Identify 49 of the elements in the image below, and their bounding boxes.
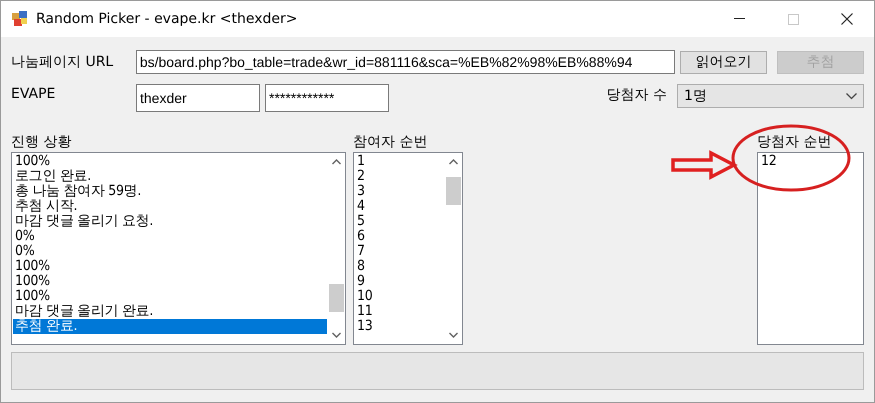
list-item[interactable]: 4 [355,199,444,214]
list-item[interactable]: 추첨 시작. [13,199,327,214]
list-item[interactable]: 2 [355,169,444,184]
site-label: EVAPE [11,86,56,102]
app-icon [12,11,28,27]
list-item[interactable]: 추첨 완료. [13,319,327,334]
list-label: 진행 상황 [11,133,72,152]
arrow-icon [671,150,738,180]
list-item[interactable]: 0% [13,244,327,259]
list-item[interactable]: 5 [355,214,444,229]
list-item[interactable]: 마감 댓글 올리기 요청. [13,214,327,229]
list-item[interactable]: 로그인 완료. [13,169,327,184]
list-item[interactable]: 100% [13,259,327,274]
list-item[interactable]: 0% [13,229,327,244]
list-item[interactable]: 9 [355,274,444,289]
list-item[interactable]: 마감 댓글 올리기 완료. [13,304,327,319]
list-item[interactable]: 6 [355,229,444,244]
chevron-down-icon [846,92,857,100]
scroll-thumb[interactable] [446,177,461,206]
list-item[interactable]: 7 [355,244,444,259]
minimize-icon [734,18,744,20]
list-label: 당첨자 순번 [757,133,832,152]
scroll-up-icon [449,159,458,165]
url-label: 나눔페이지 URL [11,53,114,71]
scroll-up-icon [332,159,341,165]
list-item[interactable]: 1 [355,154,444,169]
list-item[interactable]: 3 [355,184,444,199]
list-label: 참여자 순번 [353,133,428,152]
load-button[interactable]: 읽어오기 [680,50,768,74]
scroll-thumb[interactable] [329,284,344,312]
username-field[interactable]: thexder [136,84,260,112]
list-item[interactable]: 총 나눔 참여자 59명. [13,184,327,199]
window-title: Random Picker - evape.kr <thexder> [36,11,299,27]
winner-count-label: 당첨자 수 [606,86,667,104]
url-field[interactable]: bs/board.php?bo_table=trade&wr_id=881116&sca=%EB%82%98%EB%88%94 [136,50,676,74]
maximize-icon [788,14,798,24]
list-item[interactable]: 100% [13,274,327,289]
list-item[interactable]: 100% [13,289,327,304]
scroll-down-icon [332,332,341,338]
list-item[interactable]: 8 [355,259,444,274]
winner-count-dropdown[interactable]: 1명 [677,84,864,108]
list-item[interactable]: 10 [355,289,444,304]
list-item[interactable]: 100% [13,154,327,169]
password-field[interactable]: ************ [265,84,389,112]
scroll-down-icon [449,332,458,338]
list-item[interactable]: 13 [355,319,444,334]
close-icon [841,13,853,25]
list-item[interactable]: 11 [355,304,444,319]
list-item[interactable]: 12 [759,154,862,169]
